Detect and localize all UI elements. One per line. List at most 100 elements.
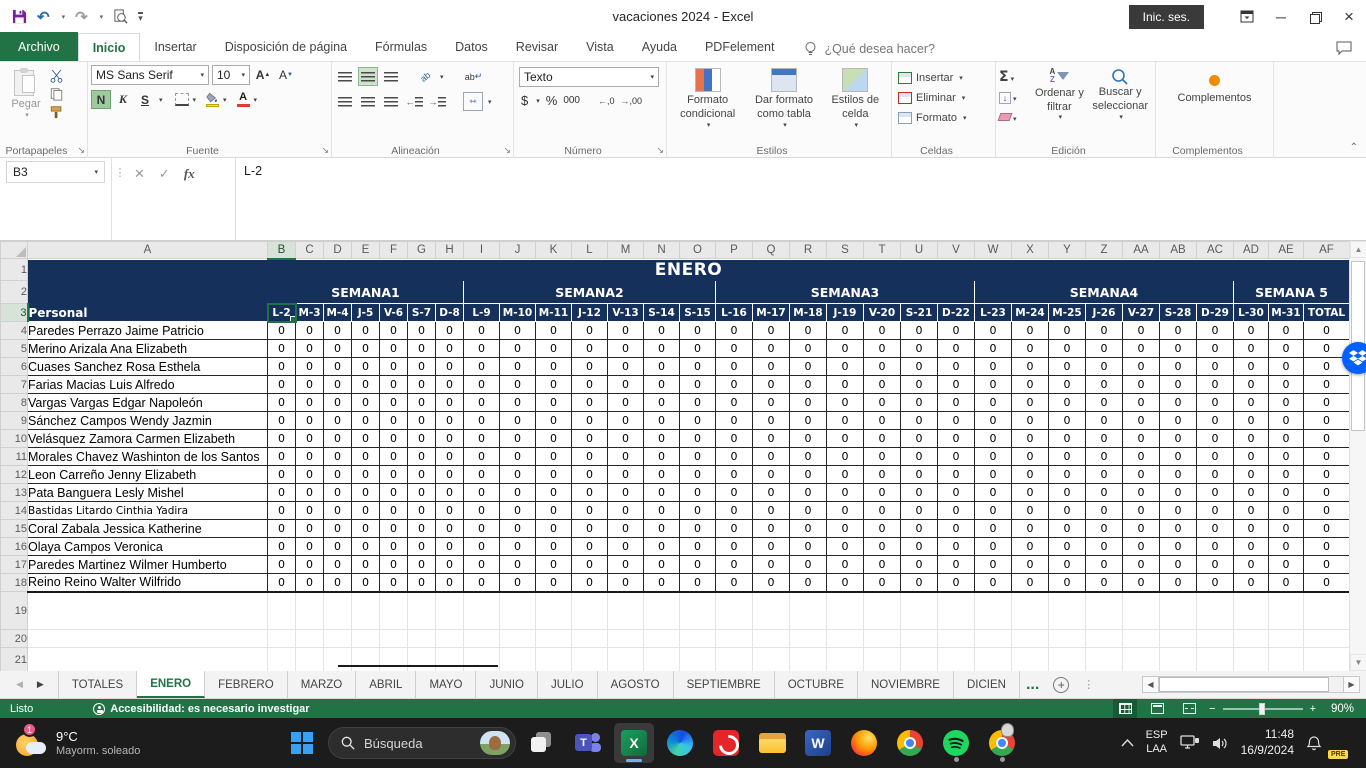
value-cell[interactable]: 0 [1234,340,1269,358]
value-cell[interactable]: 0 [975,430,1012,448]
value-cell[interactable]: 0 [975,340,1012,358]
value-cell[interactable]: 0 [938,394,975,412]
name-cell[interactable]: Vargas Vargas Edgar Napoleón [28,394,268,412]
align-bottom-icon[interactable] [381,67,401,86]
value-cell[interactable]: 0 [500,448,536,466]
value-cell[interactable]: 0 [1012,574,1049,592]
value-cell[interactable]: 0 [324,358,352,376]
value-cell[interactable]: 0 [1160,502,1197,520]
value-cell[interactable]: 0 [500,322,536,340]
find-select-button[interactable]: Buscar y seleccionar▾ [1088,65,1152,126]
empty-cell[interactable] [975,630,1012,648]
empty-cell[interactable] [827,648,864,672]
zoom-slider-thumb[interactable] [1259,703,1265,715]
value-cell[interactable]: 0 [644,574,680,592]
row-header-21[interactable]: 21 [1,648,28,672]
empty-cell[interactable] [644,648,680,672]
value-cell[interactable]: 0 [1086,574,1123,592]
value-cell[interactable]: 0 [1197,538,1234,556]
empty-cell[interactable] [1049,630,1086,648]
value-cell[interactable]: 0 [680,574,716,592]
value-cell[interactable]: 0 [1049,322,1086,340]
column-header-K[interactable]: K [536,242,572,259]
bold-button[interactable]: N [91,90,111,109]
sheet-nav-prev-icon[interactable]: ◀ [16,679,23,690]
empty-cell[interactable] [572,630,608,648]
value-cell[interactable]: 0 [464,376,500,394]
empty-cell[interactable] [680,592,716,630]
value-cell[interactable]: 0 [827,430,864,448]
column-header-M[interactable]: M [608,242,644,259]
column-header-AE[interactable]: AE [1269,242,1304,259]
value-cell[interactable]: 0 [464,466,500,484]
value-cell[interactable]: 0 [716,340,753,358]
value-cell[interactable]: 0 [1086,466,1123,484]
sheet-tab-julio[interactable]: JULIO [538,671,598,698]
row-header-17[interactable]: 17 [1,556,28,574]
scroll-down-icon[interactable]: ▼ [1350,654,1366,671]
font-name-select[interactable]: MS Sans Serif▾ [91,65,209,85]
value-cell[interactable]: 0 [753,448,790,466]
empty-cell[interactable] [680,630,716,648]
value-cell[interactable]: 0 [1304,502,1350,520]
sort-filter-button[interactable]: AZ Ordenar y filtrar▾ [1030,65,1088,126]
value-cell[interactable]: 0 [680,502,716,520]
align-top-icon[interactable] [335,67,355,86]
value-cell[interactable]: 0 [464,358,500,376]
value-cell[interactable]: 0 [352,376,380,394]
value-cell[interactable]: 0 [1197,466,1234,484]
minimize-button[interactable]: ─ [1264,3,1298,31]
value-cell[interactable]: 0 [408,412,436,430]
value-cell[interactable]: 0 [608,574,644,592]
value-cell[interactable]: 0 [1123,340,1160,358]
value-cell[interactable]: 0 [572,520,608,538]
value-cell[interactable]: 0 [644,520,680,538]
borders-icon[interactable] [175,93,189,106]
value-cell[interactable]: 0 [680,484,716,502]
value-cell[interactable]: 0 [827,448,864,466]
value-cell[interactable]: 0 [753,430,790,448]
week-header-cell[interactable]: SEMANA1 [268,281,464,304]
value-cell[interactable]: 0 [1012,376,1049,394]
empty-cell[interactable] [296,592,324,630]
value-cell[interactable]: 0 [352,574,380,592]
value-cell[interactable]: 0 [1197,448,1234,466]
value-cell[interactable]: 0 [296,538,324,556]
start-button[interactable] [282,723,322,763]
value-cell[interactable]: 0 [1269,340,1304,358]
value-cell[interactable]: 0 [644,484,680,502]
day-header-cell[interactable]: J-5 [352,304,380,322]
value-cell[interactable]: 0 [680,556,716,574]
day-header-cell[interactable]: V-13 [608,304,644,322]
value-cell[interactable]: 0 [716,412,753,430]
value-cell[interactable]: 0 [1304,538,1350,556]
decrease-decimal-icon[interactable]: →,00 [621,96,643,106]
tab-inicio[interactable]: Inicio [78,33,141,61]
value-cell[interactable]: 0 [464,448,500,466]
value-cell[interactable]: 0 [324,520,352,538]
value-cell[interactable]: 0 [536,520,572,538]
value-cell[interactable]: 0 [753,412,790,430]
empty-cell[interactable] [1123,630,1160,648]
value-cell[interactable]: 0 [1123,466,1160,484]
value-cell[interactable]: 0 [938,376,975,394]
value-cell[interactable]: 0 [644,556,680,574]
value-cell[interactable]: 0 [536,574,572,592]
value-cell[interactable]: 0 [268,340,296,358]
value-cell[interactable]: 0 [790,340,827,358]
day-header-cell[interactable]: M-25 [1049,304,1086,322]
value-cell[interactable]: 0 [790,538,827,556]
value-cell[interactable]: 0 [827,322,864,340]
value-cell[interactable]: 0 [1049,340,1086,358]
empty-cell[interactable] [1160,648,1197,672]
value-cell[interactable]: 0 [680,466,716,484]
value-cell[interactable]: 0 [464,556,500,574]
value-cell[interactable]: 0 [1304,448,1350,466]
sheet-tab-agosto[interactable]: AGOSTO [598,671,674,698]
value-cell[interactable]: 0 [500,484,536,502]
empty-cell[interactable] [1123,592,1160,630]
row-header-18[interactable]: 18 [1,574,28,592]
value-cell[interactable]: 0 [864,412,901,430]
day-header-cell[interactable]: M-10 [500,304,536,322]
value-cell[interactable]: 0 [1086,538,1123,556]
